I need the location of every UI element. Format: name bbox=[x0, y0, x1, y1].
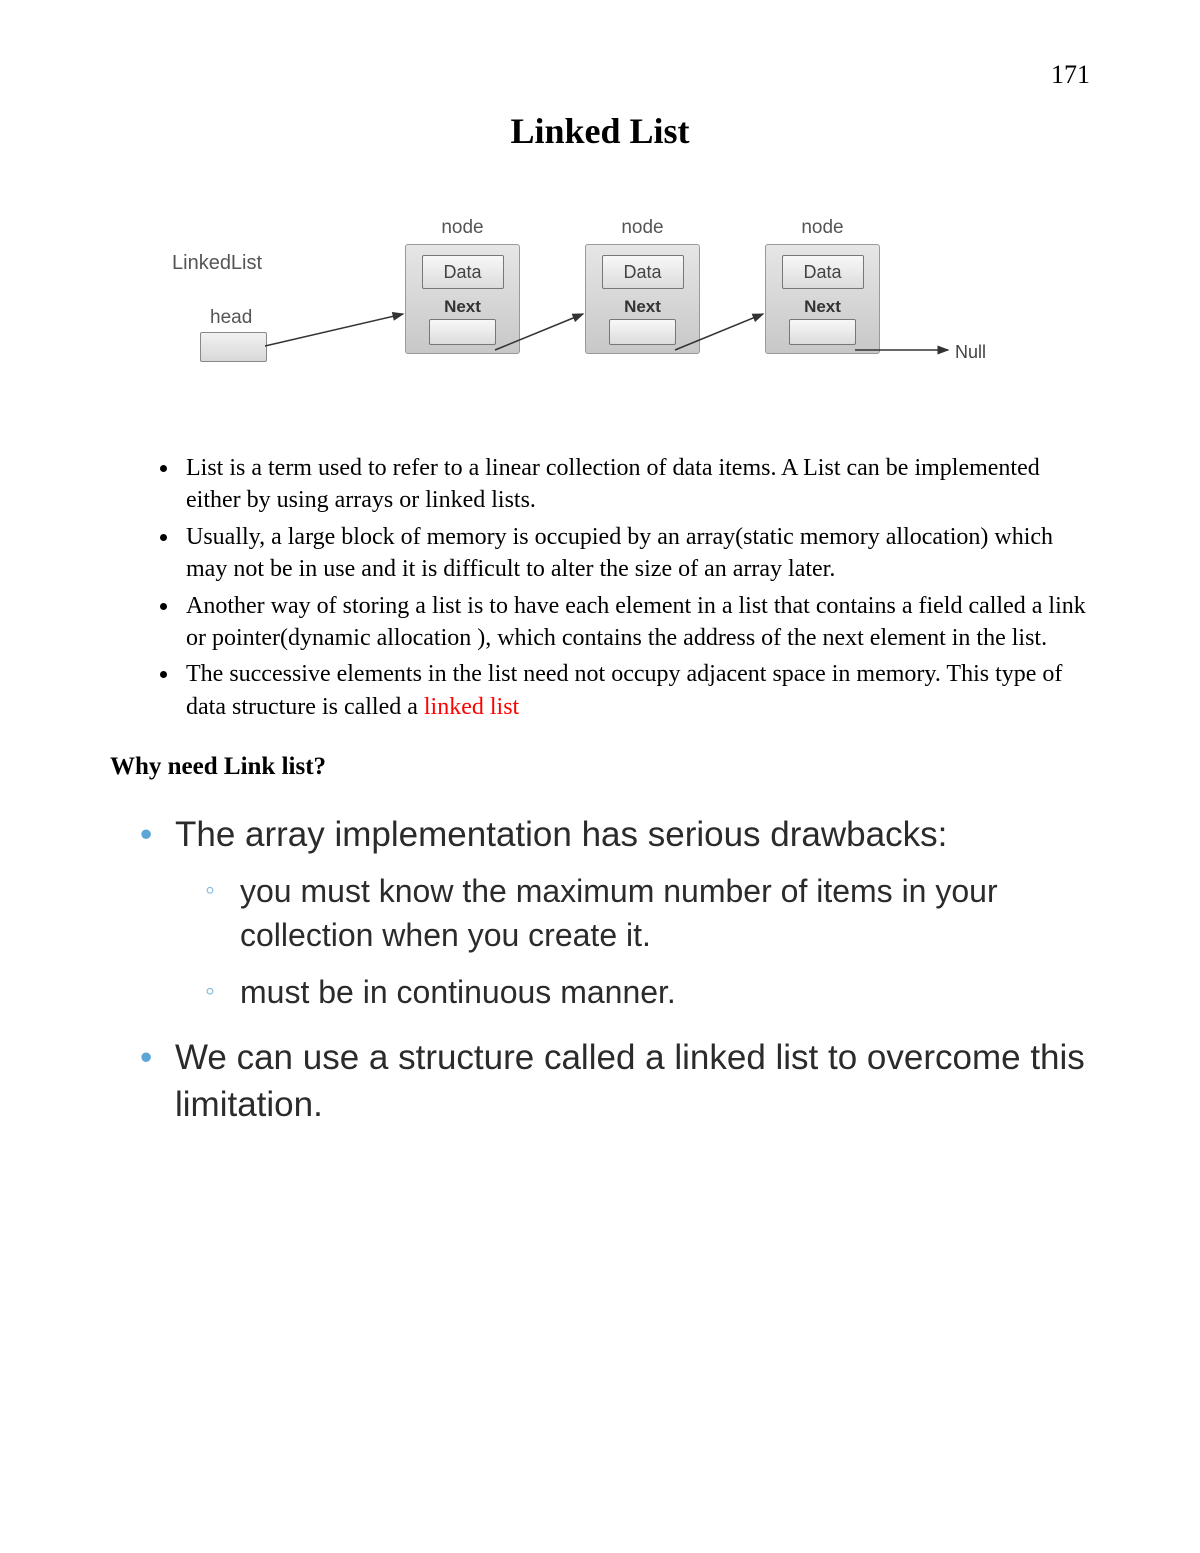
diagram-node-box: Data Next bbox=[405, 244, 520, 354]
bullet-item: Another way of storing a list is to have… bbox=[180, 590, 1090, 655]
diagram-node-label: node bbox=[765, 217, 880, 239]
bullet-item: The successive elements in the list need… bbox=[180, 658, 1090, 723]
slide-item: We can use a structure called a linked l… bbox=[140, 1034, 1090, 1129]
diagram-node-2: node Data Next bbox=[585, 217, 700, 354]
diagram-next-label: Next bbox=[414, 297, 511, 317]
slide-item: The array implementation has serious dra… bbox=[140, 811, 1090, 1014]
diagram-null-label: Null bbox=[955, 342, 986, 363]
diagram-node-box: Data Next bbox=[585, 244, 700, 354]
page-title: Linked List bbox=[110, 110, 1090, 152]
diagram-data-cell: Data bbox=[782, 255, 864, 289]
subheading: Why need Link list? bbox=[110, 753, 1090, 781]
bullet-item: List is a term used to refer to a linear… bbox=[180, 452, 1090, 517]
diagram-node-label: node bbox=[585, 217, 700, 239]
diagram-node-box: Data Next bbox=[765, 244, 880, 354]
diagram-node-1: node Data Next bbox=[405, 217, 520, 354]
diagram-head-box bbox=[200, 332, 267, 362]
diagram-next-label: Next bbox=[594, 297, 691, 317]
diagram-node-3: node Data Next bbox=[765, 217, 880, 354]
diagram-data-cell: Data bbox=[422, 255, 504, 289]
page-number: 171 bbox=[110, 60, 1090, 90]
slide-sub-item: you must know the maximum number of item… bbox=[205, 870, 1090, 956]
bullet-highlight: linked list bbox=[424, 694, 519, 720]
diagram-label-linkedlist: LinkedList bbox=[172, 252, 262, 275]
bullet-text: The successive elements in the list need… bbox=[186, 661, 1062, 719]
diagram-label-head: head bbox=[210, 307, 252, 329]
diagram-next-cell bbox=[609, 319, 676, 345]
diagram-node-label: node bbox=[405, 217, 520, 239]
linked-list-diagram: LinkedList head node Data Next node Data… bbox=[140, 212, 1060, 412]
diagram-next-cell bbox=[429, 319, 496, 345]
slide-item-text: The array implementation has serious dra… bbox=[175, 815, 947, 854]
slide-sub-item: must be in continuous manner. bbox=[205, 971, 1090, 1014]
diagram-next-cell bbox=[789, 319, 856, 345]
main-bullet-list: List is a term used to refer to a linear… bbox=[110, 452, 1090, 723]
slide-inner-list: you must know the maximum number of item… bbox=[175, 870, 1090, 1014]
slide-outer-list: The array implementation has serious dra… bbox=[110, 811, 1090, 1128]
slide-block: The array implementation has serious dra… bbox=[110, 811, 1090, 1128]
bullet-item: Usually, a large block of memory is occu… bbox=[180, 521, 1090, 586]
diagram-data-cell: Data bbox=[602, 255, 684, 289]
diagram-next-label: Next bbox=[774, 297, 871, 317]
document-page: 171 Linked List LinkedList head node Dat… bbox=[0, 0, 1200, 1228]
